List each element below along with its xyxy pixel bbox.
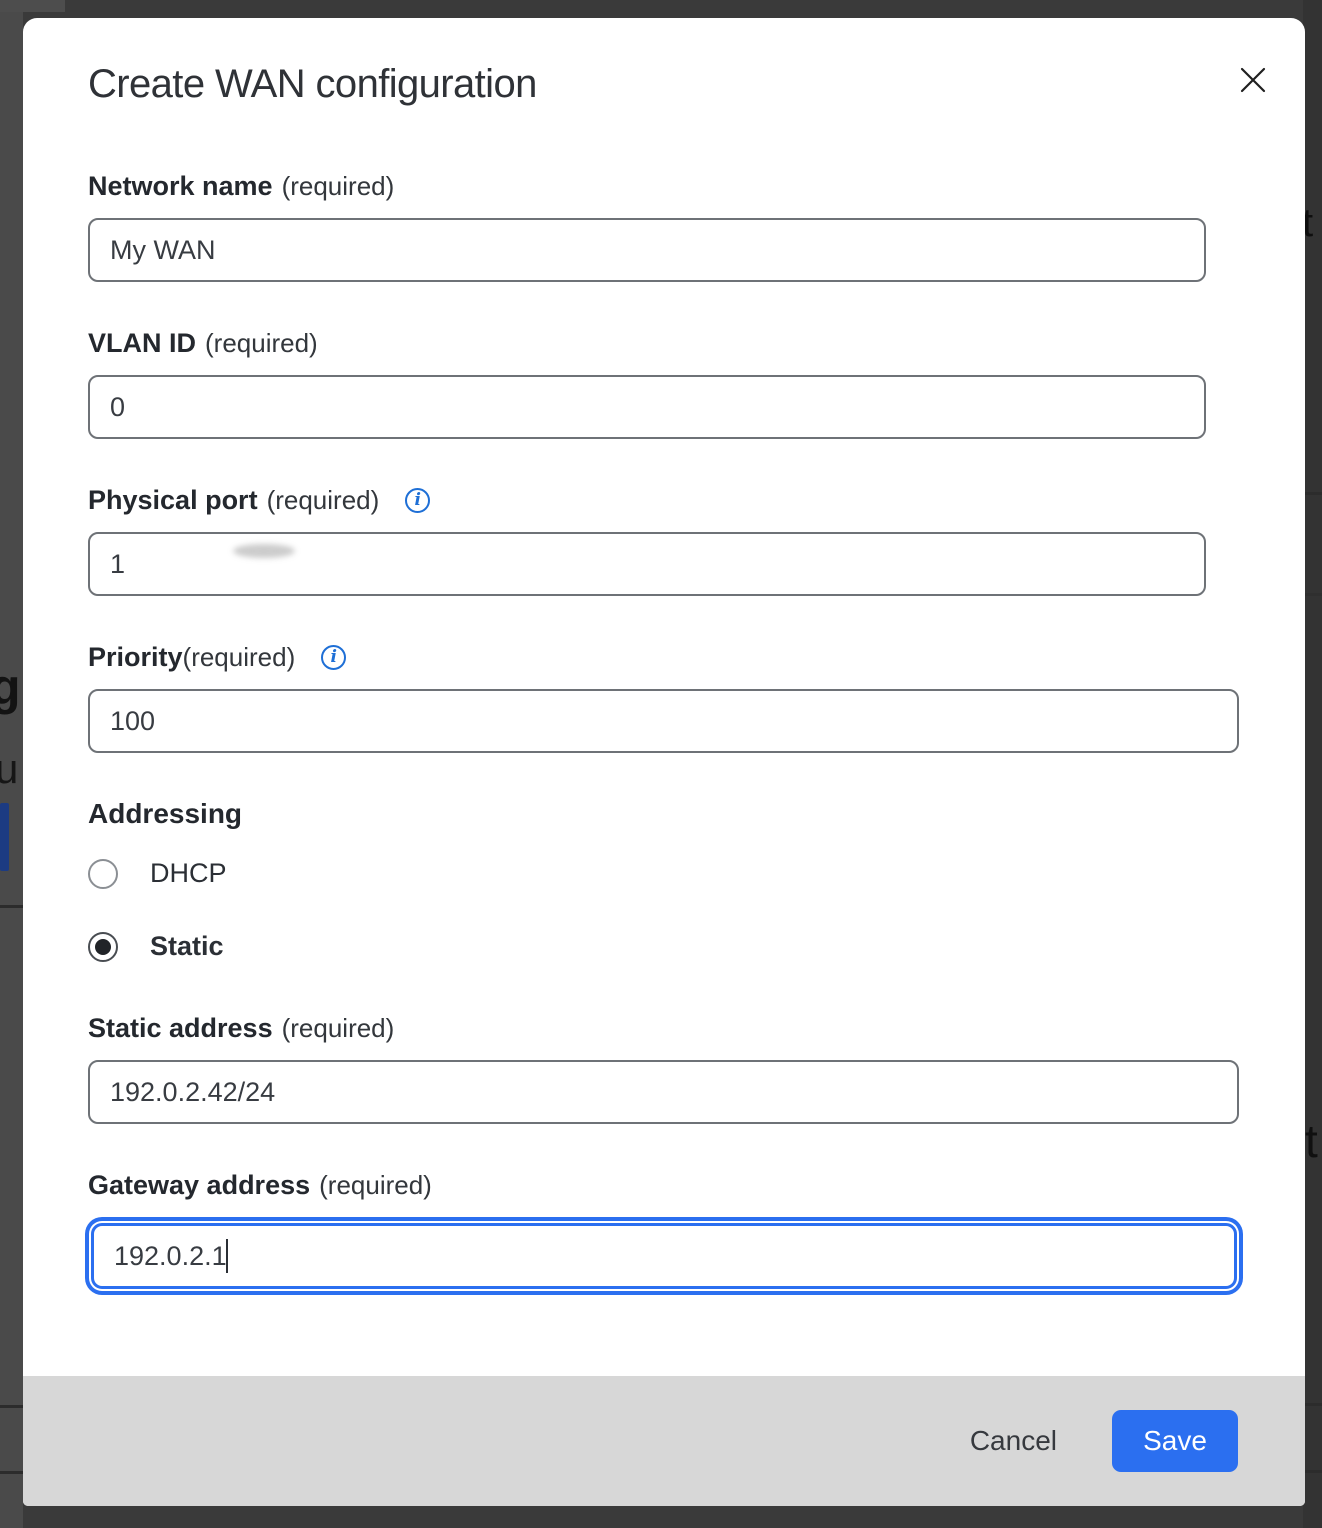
background-divider bbox=[0, 905, 23, 908]
background-artifact bbox=[0, 0, 65, 12]
gateway-address-input[interactable] bbox=[91, 1223, 1237, 1289]
priority-label: Priority (required) i bbox=[88, 641, 1305, 673]
background-divider bbox=[0, 1405, 23, 1408]
addressing-heading: Addressing bbox=[88, 798, 1305, 830]
radio-label: DHCP bbox=[150, 858, 227, 889]
vlan-id-label: VLAN ID (required) bbox=[88, 327, 1305, 359]
field-label-text: VLAN ID bbox=[88, 327, 196, 359]
gateway-address-label: Gateway address (required) bbox=[88, 1169, 1305, 1201]
required-hint: (required) bbox=[319, 1169, 432, 1201]
required-hint: (required) bbox=[282, 170, 395, 202]
field-label-text: Priority bbox=[88, 641, 183, 673]
create-wan-modal: Create WAN configuration Network name (r… bbox=[23, 18, 1305, 1506]
network-name-label: Network name (required) bbox=[88, 170, 1305, 202]
background-left-strip: g u bbox=[0, 0, 23, 1528]
background-right-strip: t l t bbox=[1303, 0, 1322, 1528]
cancel-button[interactable]: Cancel bbox=[964, 1415, 1063, 1467]
priority-input[interactable] bbox=[88, 689, 1239, 753]
field-label-text: Physical port bbox=[88, 484, 258, 516]
addressing-option-static[interactable]: Static bbox=[88, 931, 1305, 962]
background-text-fragment: u bbox=[0, 748, 18, 790]
info-icon[interactable]: i bbox=[405, 488, 430, 513]
static-address-label: Static address (required) bbox=[88, 1012, 1305, 1044]
gateway-address-field bbox=[91, 1223, 1237, 1289]
modal-body: Create WAN configuration Network name (r… bbox=[23, 18, 1305, 1289]
info-icon[interactable]: i bbox=[321, 645, 346, 670]
background-text-fragment: g bbox=[0, 662, 21, 712]
background-divider bbox=[1303, 1470, 1322, 1473]
required-hint: (required) bbox=[183, 641, 296, 673]
required-hint: (required) bbox=[282, 1012, 395, 1044]
background-divider bbox=[1303, 1403, 1322, 1406]
screen: g u t l t Create WAN configuration Netwo… bbox=[0, 0, 1322, 1528]
radio-unselected-icon[interactable] bbox=[88, 859, 118, 889]
field-label-text: Network name bbox=[88, 170, 273, 202]
background-divider bbox=[1303, 593, 1322, 596]
background-smudge bbox=[233, 544, 295, 558]
background-divider bbox=[0, 1471, 23, 1474]
background-button-fragment bbox=[0, 803, 9, 871]
radio-label: Static bbox=[150, 931, 224, 962]
background-text-fragment: t l bbox=[1303, 203, 1322, 243]
addressing-option-dhcp[interactable]: DHCP bbox=[88, 858, 1305, 889]
text-cursor bbox=[226, 1239, 228, 1273]
vlan-id-input[interactable] bbox=[88, 375, 1206, 439]
required-hint: (required) bbox=[267, 484, 380, 516]
physical-port-label: Physical port (required) i bbox=[88, 484, 1305, 516]
close-button[interactable] bbox=[1231, 58, 1275, 102]
field-label-text: Gateway address bbox=[88, 1169, 310, 1201]
required-hint: (required) bbox=[205, 327, 318, 359]
background-text-fragment: t bbox=[1305, 1118, 1318, 1164]
close-icon bbox=[1238, 65, 1268, 95]
static-address-input[interactable] bbox=[88, 1060, 1239, 1124]
modal-footer: Cancel Save bbox=[23, 1376, 1305, 1506]
save-button[interactable]: Save bbox=[1112, 1410, 1238, 1472]
field-label-text: Static address bbox=[88, 1012, 273, 1044]
background-divider bbox=[1303, 492, 1322, 495]
radio-selected-icon[interactable] bbox=[88, 932, 118, 962]
physical-port-input[interactable] bbox=[88, 532, 1206, 596]
modal-title: Create WAN configuration bbox=[88, 60, 1305, 108]
network-name-input[interactable] bbox=[88, 218, 1206, 282]
